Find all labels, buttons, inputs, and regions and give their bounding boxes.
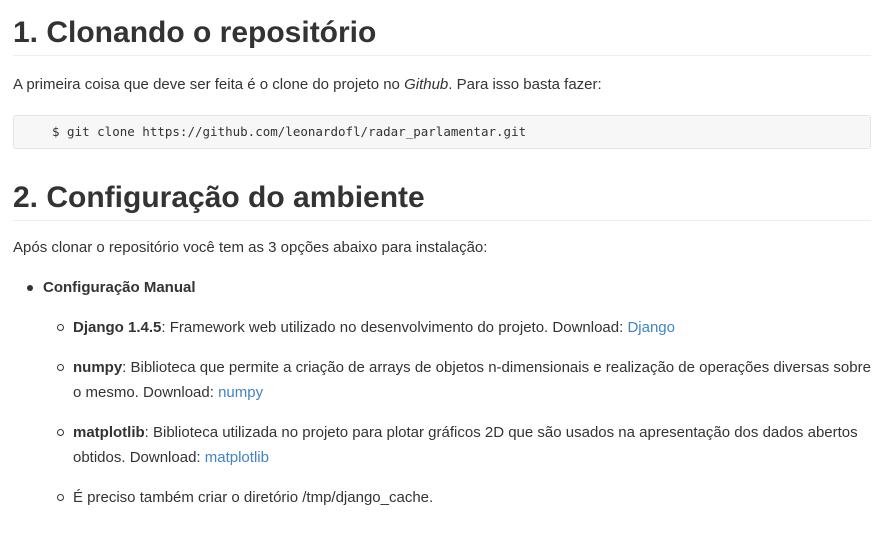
clone-intro-text: A primeira coisa que deve ser feita é o … [13, 76, 405, 93]
clone-intro-paragraph: A primeira coisa que deve ser feita é o … [13, 72, 871, 97]
github-emphasis: Github [404, 76, 449, 93]
item-desc-matplotlib: : Biblioteca utilizada no projeto para p… [73, 424, 858, 466]
item-name-numpy: numpy [73, 359, 123, 376]
circle-bullet-icon [57, 364, 64, 371]
circle-bullet-icon [57, 429, 64, 436]
django-download-link[interactable]: Django [627, 319, 675, 336]
git-clone-command[interactable]: $ git clone https://github.com/leonardof… [52, 123, 870, 141]
environment-intro: Após clonar o repositório você tem as 3 … [13, 239, 488, 256]
circle-bullet-icon [57, 324, 64, 331]
item-desc-django: : Framework web utilizado no desenvolvim… [161, 319, 628, 336]
item-name-django: Django 1.4.5 [73, 319, 162, 336]
circle-bullet-icon [57, 494, 64, 501]
section-heading-clone: 1. Clonando o repositório [13, 0, 871, 56]
item-name-matplotlib: matplotlib [73, 424, 145, 441]
code-block[interactable]: $ git clone https://github.com/leonardof… [13, 115, 871, 149]
list-item-numpy: numpy: Biblioteca que permite a criação … [57, 355, 871, 405]
clone-intro-text-end: . Para isso basta fazer: [448, 76, 602, 93]
section-heading-environment: 2. Configuração do ambiente [13, 179, 871, 221]
install-options-list: Configuração Manual Django 1.4.5: Framew… [13, 275, 871, 510]
disc-bullet-icon [27, 285, 33, 291]
manual-config-title: Configuração Manual [43, 279, 196, 296]
list-item-django: Django 1.4.5: Framework web utilizado no… [57, 315, 871, 340]
list-item-cache-dir: É preciso também criar o diretório /tmp/… [57, 485, 871, 510]
cache-dir-note: É preciso também criar o diretório /tmp/… [73, 489, 434, 506]
list-item-matplotlib: matplotlib: Biblioteca utilizada no proj… [57, 420, 871, 470]
readme-content: 1. Clonando o repositório A primeira coi… [0, 0, 878, 510]
numpy-download-link[interactable]: numpy [218, 384, 263, 401]
item-desc-numpy: : Biblioteca que permite a criação de ar… [73, 359, 871, 401]
manual-config-sublist: Django 1.4.5: Framework web utilizado no… [43, 315, 871, 510]
list-item-manual-config: Configuração Manual Django 1.4.5: Framew… [27, 275, 871, 510]
matplotlib-download-link[interactable]: matplotlib [205, 449, 269, 466]
